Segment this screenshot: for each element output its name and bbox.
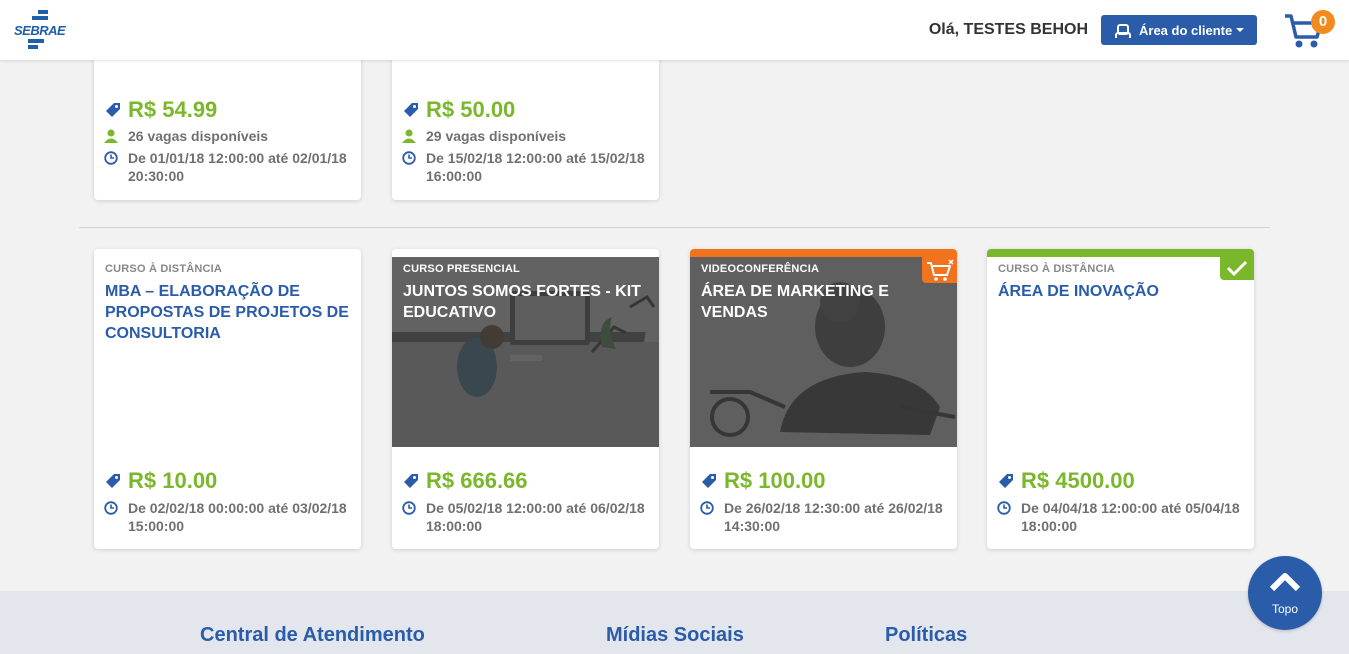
tag-icon <box>106 474 120 488</box>
course-title[interactable]: ÁREA DE INOVAÇÃO <box>998 281 1243 302</box>
course-dates: De 26/02/18 12:30:00 até 26/02/18 14:30:… <box>724 500 943 534</box>
clock-icon <box>402 501 416 515</box>
course-price: R$ 54.99 <box>128 97 218 122</box>
caret-down-icon <box>1236 28 1245 32</box>
footer-midias-sociais[interactable]: Mídias Sociais <box>606 624 744 647</box>
course-price: R$ 666.66 <box>426 468 528 493</box>
enrolled-badge <box>1220 257 1254 280</box>
course-title[interactable]: ÁREA DE MARKETING E VENDAS <box>701 281 946 323</box>
user-icon <box>1115 24 1131 38</box>
course-price: R$ 50.00 <box>426 97 516 122</box>
course-card[interactable]: CURSO PRESENCIAL JUNTOS SOMOS FORTES - K… <box>392 249 659 549</box>
course-type: CURSO PRESENCIAL <box>403 263 520 275</box>
course-type: CURSO À DISTÂNCIA <box>998 263 1116 275</box>
clock-icon <box>104 501 118 515</box>
clock-icon <box>700 501 714 515</box>
tag-icon <box>404 103 418 117</box>
back-to-top-button[interactable]: Topo <box>1248 556 1322 630</box>
course-card[interactable]: R$ 54.99 26 vagas disponíveis De 01/01/1… <box>94 40 361 200</box>
tag-icon <box>702 474 716 488</box>
course-dates: De 04/04/18 12:00:00 até 05/04/18 18:00:… <box>1021 500 1240 534</box>
cart-count-badge: 0 <box>1311 10 1335 34</box>
client-area-button[interactable]: Área do cliente <box>1101 15 1257 45</box>
course-price: R$ 100.00 <box>724 468 826 493</box>
tag-icon <box>404 474 418 488</box>
course-title[interactable]: MBA – ELABORAÇÃO DE PROPOSTAS DE PROJETO… <box>105 281 350 344</box>
tag-icon <box>106 103 120 117</box>
tag-icon <box>999 474 1013 488</box>
vacancies-text: 26 vagas disponíveis <box>128 128 269 144</box>
course-dates: De 01/01/18 12:00:00 até 02/01/18 20:30:… <box>128 150 347 184</box>
course-type: CURSO À DISTÂNCIA <box>105 263 223 275</box>
in-cart-bar <box>690 249 957 257</box>
logo-text: SEBRAE <box>14 23 66 38</box>
course-title[interactable]: JUNTOS SOMOS FORTES - KIT EDUCATIVO <box>403 281 648 323</box>
sebrae-logo[interactable]: SEBRAE <box>14 10 66 50</box>
footer-politicas[interactable]: Políticas <box>885 624 967 647</box>
clock-icon <box>997 501 1011 515</box>
clock-icon <box>402 151 416 165</box>
footer-central-atendimento[interactable]: Central de Atendimento <box>200 624 425 647</box>
section-divider <box>79 227 1270 228</box>
course-card[interactable]: CURSO À DISTÂNCIA MBA – ELABORAÇÃO DE PR… <box>94 249 361 549</box>
clock-icon <box>104 151 118 165</box>
user-greeting: Olá, TESTES BEHOH <box>928 21 1088 38</box>
course-price: R$ 4500.00 <box>1021 468 1135 493</box>
person-icon <box>104 129 118 143</box>
check-icon <box>1226 260 1248 277</box>
course-card[interactable]: CURSO À DISTÂNCIA ÁREA DE INOVAÇÃO R$ 45… <box>987 249 1254 549</box>
course-dates: De 02/02/18 00:00:00 até 03/02/18 15:00:… <box>128 500 347 534</box>
course-dates: De 15/02/18 12:00:00 até 15/02/18 16:00:… <box>426 150 645 184</box>
client-area-label: Área do cliente <box>1139 22 1233 38</box>
header: SEBRAE Olá, TESTES BEHOH Área do cliente… <box>0 0 1349 60</box>
footer: Central de Atendimento Mídias Sociais Po… <box>0 591 1349 654</box>
back-to-top-label: Topo <box>1271 602 1299 616</box>
course-card[interactable]: R$ 50.00 29 vagas disponíveis De 15/02/1… <box>392 40 659 200</box>
course-dates: De 05/02/18 12:00:00 até 06/02/18 18:00:… <box>426 500 645 534</box>
course-card[interactable]: VIDEOCONFERÊNCIA ÁREA DE MARKETING E VEN… <box>690 249 957 549</box>
in-cart-badge <box>922 257 957 283</box>
person-icon <box>402 129 416 143</box>
course-type: VIDEOCONFERÊNCIA <box>701 263 820 275</box>
vacancies-text: 29 vagas disponíveis <box>426 128 567 144</box>
chevron-up-icon <box>1269 573 1301 592</box>
cart-icon <box>927 259 954 281</box>
enrolled-bar <box>987 249 1254 257</box>
course-price: R$ 10.00 <box>128 468 218 493</box>
